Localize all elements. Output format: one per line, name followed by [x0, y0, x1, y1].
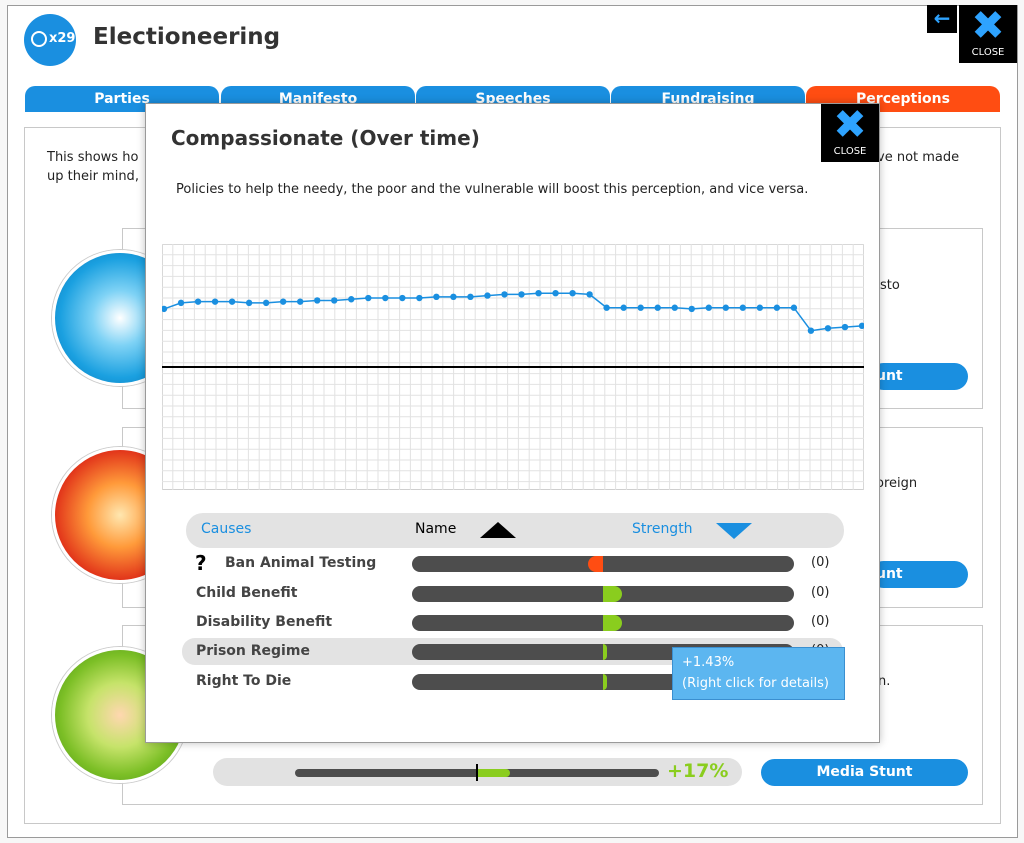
unknown-cause-icon: ? — [195, 551, 207, 575]
tooltip-hint: (Right click for details) — [682, 676, 830, 691]
strength-fill — [603, 674, 607, 690]
data-point — [620, 304, 627, 311]
data-point — [296, 298, 304, 305]
close-label: CLOSE — [971, 47, 1005, 58]
data-point — [228, 298, 236, 305]
causes-header: Causes — [201, 521, 252, 537]
line-chart — [162, 244, 864, 490]
data-point — [331, 297, 338, 304]
data-point — [705, 304, 712, 311]
data-point — [314, 297, 321, 304]
data-point — [382, 294, 389, 302]
data-point — [262, 299, 270, 307]
data-point — [399, 294, 406, 302]
data-point — [552, 289, 559, 297]
data-point — [518, 291, 525, 298]
data-point — [194, 298, 202, 305]
party-icon — [31, 31, 47, 47]
sort-descending-icon[interactable] — [716, 523, 752, 539]
data-point — [790, 304, 798, 311]
data-point — [841, 323, 849, 331]
intro-line-1: This shows ho — [47, 150, 139, 165]
data-point — [773, 304, 781, 311]
cause-row[interactable]: Disability Benefit (0) — [182, 609, 843, 636]
cause-name: Child Benefit — [196, 585, 298, 601]
data-point — [756, 304, 764, 311]
data-point — [603, 304, 610, 311]
data-point — [348, 296, 355, 303]
media-stunt-button[interactable]: Media Stunt — [761, 759, 968, 786]
cause-count: (0) — [811, 614, 830, 629]
dialog-close-button[interactable]: ✖ CLOSE — [821, 104, 879, 162]
data-point — [654, 304, 661, 311]
data-point — [245, 299, 253, 307]
cause-name: Ban Animal Testing — [225, 555, 377, 571]
strength-sort-header[interactable]: Strength — [632, 521, 693, 537]
card-text: oreign — [876, 476, 918, 491]
data-point — [433, 293, 440, 301]
strength-fill — [587, 556, 603, 572]
cause-row[interactable]: Child Benefit (0) — [182, 580, 843, 607]
strength-fill — [603, 615, 623, 631]
strength-bar[interactable] — [412, 556, 794, 572]
media-stunt-button[interactable]: unt — [870, 363, 968, 390]
meter-value: +17% — [667, 760, 729, 782]
data-point — [484, 292, 491, 299]
dialog-description: Policies to help the needy, the poor and… — [176, 182, 809, 197]
data-point — [279, 298, 287, 305]
data-point — [586, 291, 593, 298]
media-stunt-button[interactable]: unt — [870, 561, 968, 588]
data-point — [450, 293, 457, 301]
data-point — [637, 304, 644, 311]
sort-ascending-icon[interactable] — [480, 522, 516, 538]
data-point — [535, 289, 542, 297]
data-point — [688, 305, 695, 313]
data-point — [671, 304, 678, 311]
perception-chart — [162, 244, 864, 490]
strength-bar[interactable] — [412, 586, 794, 602]
dialog-title: Compassionate (Over time) — [171, 126, 480, 150]
strength-fill — [603, 644, 607, 660]
back-arrow-icon: ← — [933, 6, 951, 30]
cause-name: Disability Benefit — [196, 614, 333, 630]
data-point — [722, 304, 730, 311]
intro-line-2: up their mind, — [47, 169, 139, 184]
cause-count: (0) — [811, 555, 830, 570]
cause-count: (0) — [811, 585, 830, 600]
card-text: sto — [880, 278, 900, 293]
data-point — [739, 304, 747, 311]
close-label: CLOSE — [833, 146, 867, 157]
meter-marker — [476, 764, 478, 781]
meter-fill — [477, 769, 510, 777]
cause-name: Right To Die — [196, 673, 292, 689]
close-icon: ✖ — [971, 3, 1005, 49]
strength-tooltip: +1.43% (Right click for details) — [672, 647, 845, 700]
perception-meter: +17% — [213, 758, 742, 786]
close-button[interactable]: ✖ CLOSE — [959, 5, 1017, 63]
data-point — [501, 291, 508, 298]
data-point — [365, 294, 372, 302]
strength-fill — [603, 586, 623, 602]
app-title: Electioneering — [93, 24, 281, 50]
party-logo[interactable]: x29 — [24, 14, 76, 66]
tooltip-value: +1.43% — [682, 655, 735, 670]
causes-table-header: Causes Name Strength — [186, 513, 844, 548]
data-point — [807, 327, 815, 334]
data-point — [211, 298, 219, 305]
intro-line-1-end: ve not made — [877, 150, 960, 165]
cause-row[interactable]: ? Ban Animal Testing (0) — [182, 550, 843, 577]
back-button[interactable]: ← — [927, 5, 957, 33]
strength-bar[interactable] — [412, 615, 794, 631]
data-point — [824, 325, 832, 332]
data-point — [416, 294, 423, 302]
name-sort-header[interactable]: Name — [415, 521, 456, 537]
close-icon: ✖ — [833, 102, 867, 148]
meter-track — [295, 764, 659, 781]
data-point — [177, 299, 185, 307]
badge-count: x29 — [49, 31, 76, 46]
data-point — [467, 293, 474, 301]
cause-name: Prison Regime — [196, 643, 310, 659]
data-point — [569, 289, 576, 297]
